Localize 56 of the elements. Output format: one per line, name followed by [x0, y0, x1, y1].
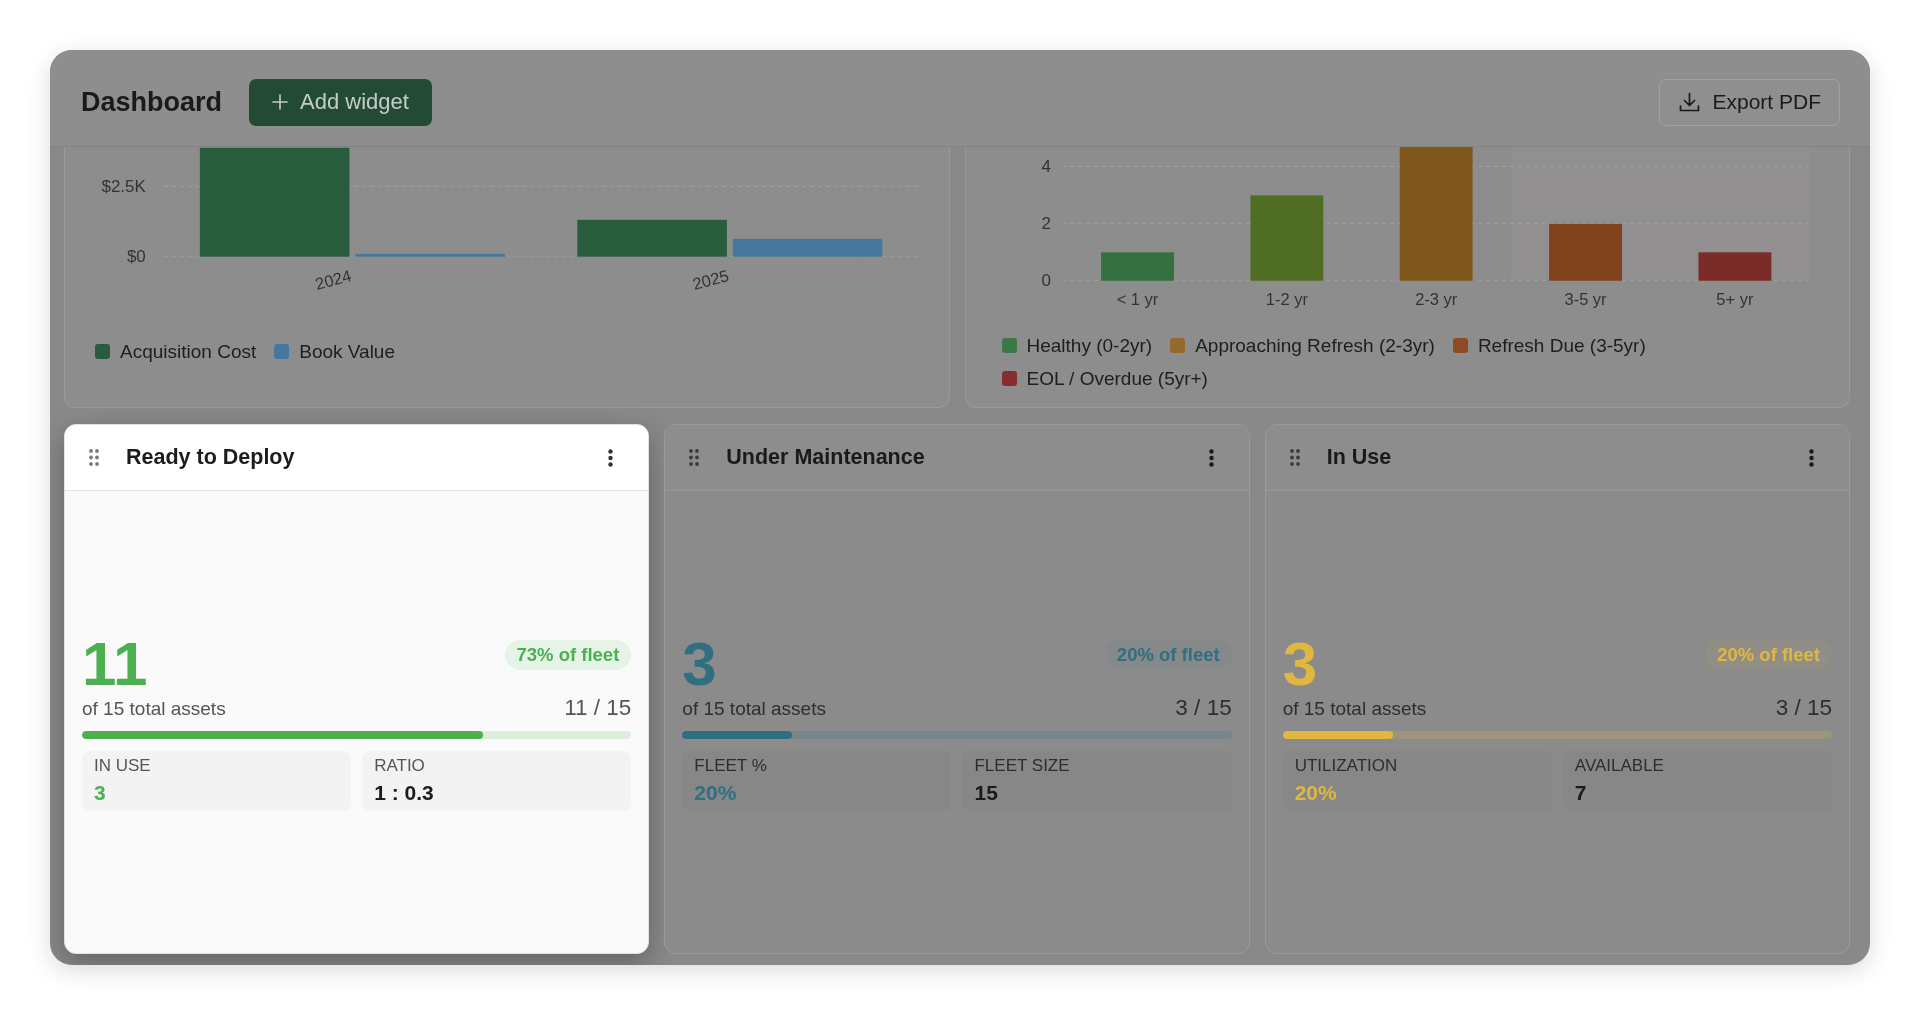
- axis-label: < 1 yr: [1116, 289, 1158, 308]
- axis-label: 2025: [690, 266, 731, 293]
- legend-label: Acquisition Cost: [120, 340, 257, 363]
- axis-label: 5+ yr: [1715, 289, 1753, 308]
- fleet-share-badge: 20% of fleet: [1104, 640, 1232, 671]
- stat-label: IN USE: [94, 755, 152, 776]
- legend-label: Healthy (0-2yr): [1026, 334, 1153, 357]
- stat-value: 15: [974, 780, 999, 805]
- legend-label: Book Value: [299, 340, 395, 363]
- export-pdf-button[interactable]: Export PDF: [1659, 78, 1840, 126]
- metric-fraction: 11 / 15: [564, 694, 632, 721]
- download-icon: [1679, 91, 1701, 113]
- fleet-share-badge: 20% of fleet: [1705, 640, 1832, 671]
- stat-label: UTILIZATION: [1294, 755, 1399, 776]
- page-title: Dashboard: [81, 86, 223, 118]
- widget-title: In Use: [1326, 445, 1392, 470]
- axis-label: $2.5K: [101, 176, 146, 196]
- metric-value: 3: [682, 633, 717, 691]
- metric-caption: of 15 total assets: [1282, 697, 1427, 720]
- axis-label: 2-3 yr: [1414, 289, 1457, 308]
- widget-title: Ready to Deploy: [126, 445, 295, 470]
- metric-caption: of 15 total assets: [82, 697, 226, 720]
- fleet-share-badge: 73% of fleet: [504, 640, 632, 671]
- more-icon[interactable]: [1809, 448, 1814, 467]
- stat-label: FLEET %: [694, 755, 768, 776]
- drag-handle-icon[interactable]: [689, 449, 700, 466]
- more-icon[interactable]: [608, 448, 614, 467]
- stat-value: 1 : 0.3: [374, 780, 435, 805]
- widget-title: Under Maintenance: [726, 445, 925, 470]
- axis-label: 1-2 yr: [1265, 289, 1308, 308]
- legend-label: Approaching Refresh (2-3yr): [1195, 334, 1435, 357]
- plus-icon: [272, 94, 289, 110]
- legend-label: EOL / Overdue (5yr+): [1026, 367, 1208, 390]
- stat-value: 20%: [1294, 780, 1338, 805]
- axis-label: $0: [126, 246, 146, 266]
- add-widget-button[interactable]: Add widget: [249, 78, 432, 126]
- stat-value: 7: [1574, 780, 1588, 805]
- axis-label: 2: [1040, 213, 1051, 233]
- metric-fraction: 3 / 15: [1775, 694, 1832, 721]
- metric-fraction: 3 / 15: [1175, 694, 1232, 721]
- stat-label: FLEET SIZE: [974, 755, 1071, 776]
- more-icon[interactable]: [1208, 448, 1214, 467]
- legend-label: Refresh Due (3-5yr): [1477, 334, 1646, 357]
- axis-label: 3-5 yr: [1564, 289, 1607, 308]
- metric-value: 3: [1282, 633, 1318, 691]
- stat-value: 20%: [694, 780, 738, 805]
- drag-handle-icon[interactable]: [1289, 449, 1300, 466]
- axis-label: 2024: [313, 266, 354, 293]
- axis-label: 4: [1040, 156, 1051, 176]
- axis-label: 0: [1040, 270, 1051, 290]
- metric-caption: of 15 total assets: [682, 697, 826, 720]
- metric-value: 11: [82, 633, 148, 691]
- drag-handle-icon[interactable]: [89, 449, 99, 466]
- stat-label: AVAILABLE: [1574, 755, 1665, 776]
- stat-label: RATIO: [374, 755, 426, 776]
- stat-value: 3: [94, 780, 107, 805]
